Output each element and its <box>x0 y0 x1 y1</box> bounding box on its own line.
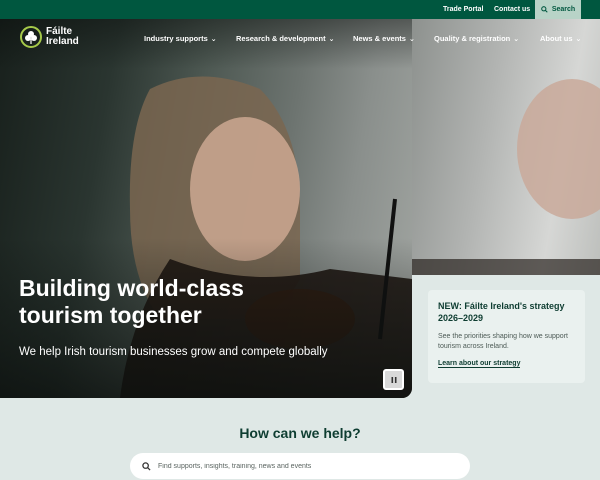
logo-wordmark: Fáilte Ireland <box>46 27 90 47</box>
nav-news-events[interactable]: News & events ⌄ <box>353 34 415 43</box>
shamrock-logo-icon <box>20 26 42 48</box>
nav-item-label: Industry supports <box>144 34 208 43</box>
hero-photo-right <box>412 79 600 275</box>
strategy-promo-card: NEW: Fáilte Ireland's strategy 2026–2029… <box>428 290 585 383</box>
trade-portal-link[interactable]: Trade Portal <box>443 0 483 19</box>
promo-description: See the priorities shaping how we suppor… <box>438 333 568 350</box>
utility-bar: Trade Portal Contact us Search <box>0 0 600 19</box>
site-search-input[interactable] <box>158 462 458 470</box>
hero-image <box>0 19 412 398</box>
search-icon <box>540 6 548 13</box>
logo-line-2: Ireland <box>46 36 79 47</box>
hero-title: Building world-class tourism together <box>19 275 244 328</box>
hero-image-right <box>412 19 600 275</box>
search-button[interactable]: Search <box>535 0 581 19</box>
chevron-down-icon: ⌄ <box>513 35 520 43</box>
chevron-down-icon: ⌄ <box>575 35 582 43</box>
nav-industry-supports[interactable]: Industry supports ⌄ <box>144 34 217 43</box>
hero-subtitle: We help Irish tourism businesses grow an… <box>19 346 328 358</box>
search-icon <box>142 461 151 471</box>
chevron-down-icon: ⌄ <box>328 35 335 43</box>
chevron-down-icon: ⌄ <box>210 35 217 43</box>
failte-ireland-logo[interactable]: Fáilte Ireland <box>20 26 90 48</box>
nav-item-label: News & events <box>353 34 406 43</box>
nav-item-label: Quality & registration <box>434 34 511 43</box>
pause-icon <box>391 376 396 383</box>
pause-video-button[interactable] <box>383 369 404 390</box>
nav-about-us[interactable]: About us ⌄ <box>540 34 581 43</box>
nav-research-development[interactable]: Research & development ⌄ <box>236 34 335 43</box>
help-heading: How can we help? <box>239 425 361 441</box>
chevron-down-icon: ⌄ <box>408 35 415 43</box>
site-search-box[interactable] <box>130 453 470 479</box>
learn-strategy-link[interactable]: Learn about our strategy <box>438 360 521 368</box>
nav-item-label: Research & development <box>236 34 326 43</box>
search-button-label: Search <box>551 6 576 13</box>
nav-item-label: About us <box>540 34 573 43</box>
promo-title: NEW: Fáilte Ireland's strategy 2026–2029 <box>438 301 565 323</box>
contact-us-link[interactable]: Contact us <box>494 0 530 19</box>
nav-quality-registration[interactable]: Quality & registration ⌄ <box>434 34 519 43</box>
